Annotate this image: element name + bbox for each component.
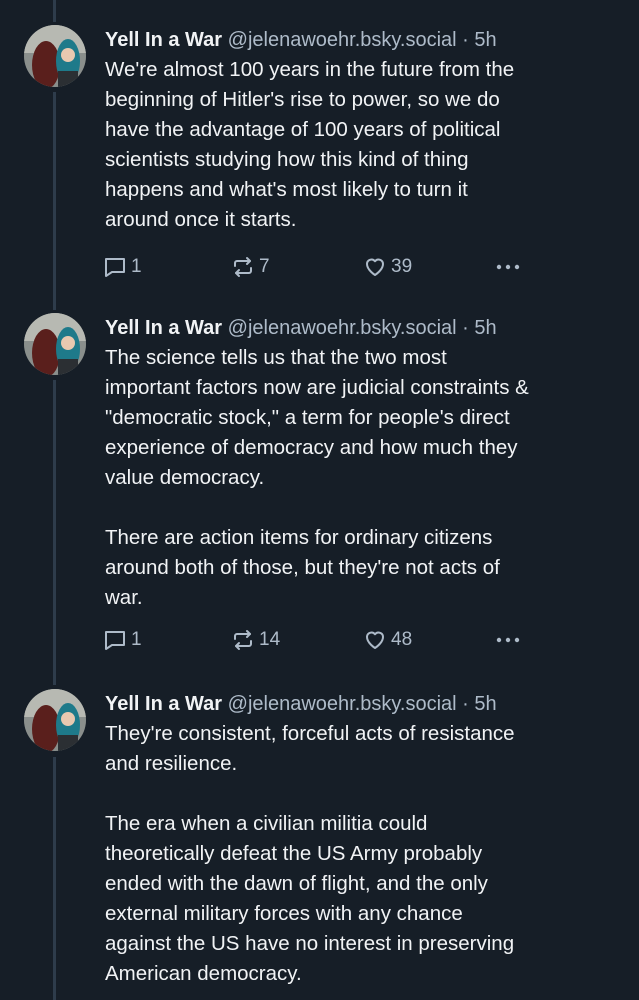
reply-count: 1 [131,629,142,650]
like-count: 39 [391,256,413,277]
separator: · [462,317,469,339]
post-header: Yell In a War @jelenawoehr.bsky.social ·… [105,689,497,719]
post-text: The science tells us that the two most i… [105,346,529,609]
separator: · [462,693,469,715]
reply-button[interactable]: 1 [103,625,142,655]
author-name[interactable]: Yell In a War [105,317,222,339]
repost-button[interactable]: 14 [231,625,280,655]
avatar[interactable] [24,25,86,87]
heart-icon [366,258,384,276]
post-actions: 1 14 48 [103,625,533,655]
like-button[interactable]: 48 [363,625,412,655]
like-button[interactable]: 39 [363,252,412,282]
post-time[interactable]: 5h [474,693,496,715]
thread-line-1 [53,92,56,310]
author-handle[interactable]: @jelenawoehr.bsky.social [228,693,457,715]
post-time[interactable]: 5h [474,29,496,51]
more-options-button[interactable] [495,625,521,655]
ellipsis-icon [496,637,520,643]
repost-count: 7 [259,256,270,277]
thread-line-3 [53,757,56,1000]
avatar[interactable] [24,313,86,375]
avatar[interactable] [24,689,86,751]
post-header: Yell In a War @jelenawoehr.bsky.social ·… [105,313,497,343]
post-text: They're consistent, forceful acts of res… [105,722,515,985]
author-name[interactable]: Yell In a War [105,29,222,51]
post-header: Yell In a War @jelenawoehr.bsky.social ·… [105,25,497,55]
like-count: 48 [391,629,413,650]
more-options-button[interactable] [495,252,521,282]
repost-arrows-icon [234,257,252,277]
repost-arrows-icon [234,630,252,650]
repost-button[interactable]: 7 [231,252,270,282]
author-handle[interactable]: @jelenawoehr.bsky.social [228,29,457,51]
repost-count: 14 [259,629,281,650]
post-actions: 1 7 39 [103,252,533,282]
author-name[interactable]: Yell In a War [105,693,222,715]
author-handle[interactable]: @jelenawoehr.bsky.social [228,317,457,339]
ellipsis-icon [496,264,520,270]
reply-count: 1 [131,256,142,277]
speech-bubble-icon [105,631,125,650]
thread-line-2 [53,380,56,685]
reply-button[interactable]: 1 [103,252,142,282]
heart-icon [366,631,384,649]
speech-bubble-icon [105,258,125,277]
post-time[interactable]: 5h [474,317,496,339]
thread-line-top [53,0,56,22]
post-text: We're almost 100 years in the future fro… [105,58,515,231]
separator: · [462,29,469,51]
